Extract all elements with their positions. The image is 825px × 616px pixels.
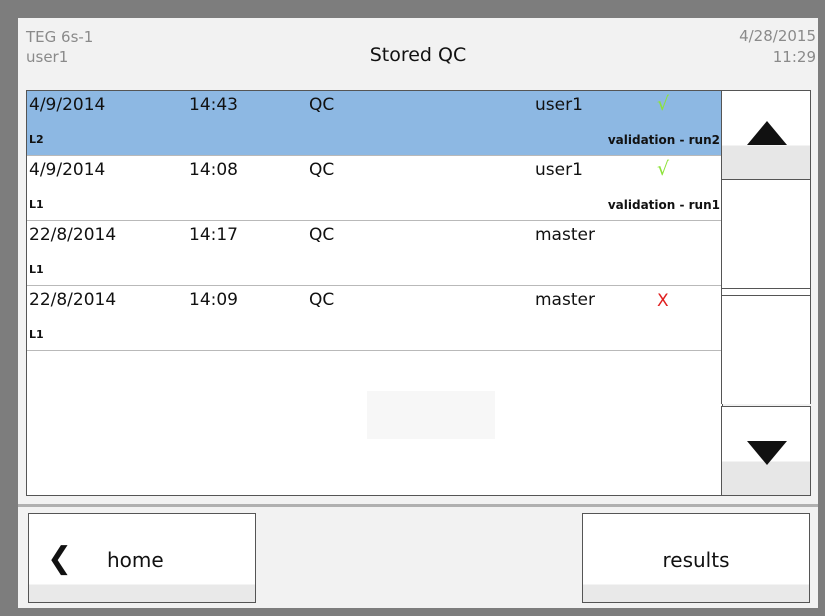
row-date: 22/8/2014 [29,290,117,310]
footer-divider [18,504,818,507]
list-item[interactable]: 22/8/2014 14:17 QC master L1 [27,221,722,286]
current-time: 11:29 [772,48,816,66]
row-level: L1 [29,263,44,276]
row-date: 4/9/2014 [29,160,106,180]
chevron-left-icon: ❮ [47,541,73,576]
home-button[interactable]: ❮ home [28,513,256,603]
screen: TEG 6s-1 user1 Stored QC 4/28/2015 11:29… [18,18,818,608]
header: TEG 6s-1 user1 Stored QC 4/28/2015 11:29 [18,18,818,88]
page-title: Stored QC [369,44,467,66]
row-date: 4/9/2014 [29,95,106,115]
scroll-up-button[interactable] [721,90,811,180]
row-user: user1 [535,160,583,180]
row-level: L1 [29,198,44,211]
fail-x-icon: X [657,291,669,311]
empty-area [367,391,495,439]
scroll-down-button[interactable] [721,406,811,496]
current-date: 4/28/2015 [739,27,816,45]
row-time: 14:09 [189,290,238,310]
list-item[interactable]: 22/8/2014 14:09 QC master X L1 [27,286,722,351]
scroll-track[interactable] [721,180,811,404]
row-date: 22/8/2014 [29,225,117,245]
row-type: QC [309,160,335,180]
row-user: master [535,290,595,310]
results-button[interactable]: results [582,513,810,603]
pass-check-icon: √ [657,93,670,115]
row-type: QC [309,225,335,245]
row-user: master [535,225,595,245]
row-time: 14:17 [189,225,238,245]
list-item[interactable]: 4/9/2014 14:43 QC user1 √ L2 validation … [27,91,722,156]
row-type: QC [309,290,335,310]
qc-list: 4/9/2014 14:43 QC user1 √ L2 validation … [26,90,723,496]
home-label: home [107,548,164,572]
row-level: L1 [29,328,44,341]
scroll-thumb[interactable] [722,288,810,296]
triangle-down-icon [747,441,787,465]
row-level: L2 [29,133,44,146]
row-time: 14:43 [189,95,238,115]
list-item[interactable]: 4/9/2014 14:08 QC user1 √ L1 validation … [27,156,722,221]
row-note: validation - run1 [607,198,720,212]
results-label: results [662,548,730,572]
pass-check-icon: √ [657,158,670,180]
row-note: validation - run2 [607,133,720,147]
triangle-up-icon [747,121,787,145]
row-time: 14:08 [189,160,238,180]
row-user: user1 [535,95,583,115]
scrollbar [721,90,811,496]
row-type: QC [309,95,335,115]
